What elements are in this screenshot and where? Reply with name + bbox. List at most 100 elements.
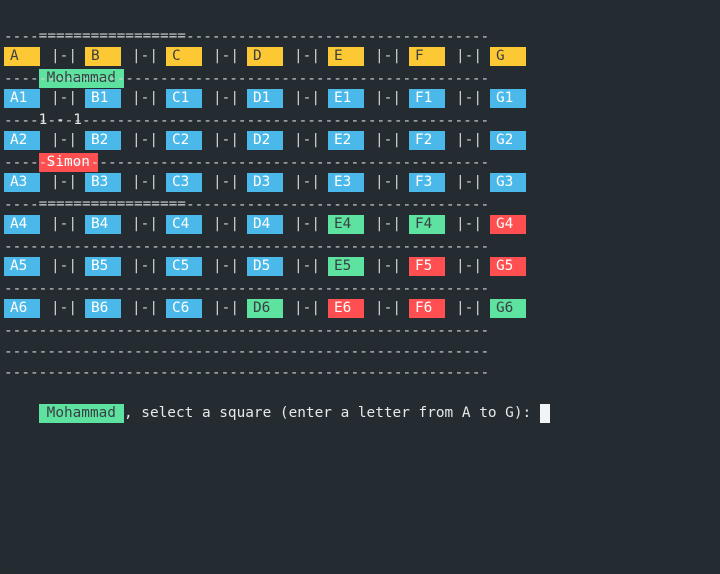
column-divider: |-| xyxy=(294,300,320,316)
column-divider: |-| xyxy=(51,300,77,316)
column-divider: |-| xyxy=(375,174,401,190)
terminal-window: ================= Mohammad 1 - 1 Simon =… xyxy=(0,0,720,574)
column-divider: |-| xyxy=(51,258,77,274)
board-cell: A3 xyxy=(4,173,40,192)
separator-line: ----------------------------------------… xyxy=(4,29,490,45)
board-cell: G6 xyxy=(490,299,526,318)
board-cell: G1 xyxy=(490,89,526,108)
separator-line: ----------------------------------------… xyxy=(4,365,490,381)
column-divider: |-| xyxy=(375,258,401,274)
column-divider: |-| xyxy=(294,48,320,64)
column-divider: |-| xyxy=(456,300,482,316)
column-divider: |-| xyxy=(132,48,158,64)
board-cell: A6 xyxy=(4,299,40,318)
board-cell: F6 xyxy=(409,299,445,318)
column-divider: |-| xyxy=(375,90,401,106)
column-divider: |-| xyxy=(51,48,77,64)
column-divider: |-| xyxy=(132,300,158,316)
board-cell: E6 xyxy=(328,299,364,318)
column-header[interactable]: B xyxy=(85,47,121,66)
separator-line: ----------------------------------------… xyxy=(4,197,490,213)
column-divider: |-| xyxy=(213,174,239,190)
board-cell: E4 xyxy=(328,215,364,234)
column-divider: |-| xyxy=(132,258,158,274)
score-header: ================= Mohammad 1 - 1 Simon =… xyxy=(4,5,186,212)
column-divider: |-| xyxy=(375,132,401,148)
board-cell: D3 xyxy=(247,173,283,192)
column-divider: |-| xyxy=(294,258,320,274)
column-divider: |-| xyxy=(132,174,158,190)
column-divider: |-| xyxy=(132,90,158,106)
column-header[interactable]: D xyxy=(247,47,283,66)
column-divider: |-| xyxy=(51,90,77,106)
board-cell: E1 xyxy=(328,89,364,108)
column-divider: |-| xyxy=(213,90,239,106)
separator-line: ----------------------------------------… xyxy=(4,71,490,87)
board-cell: A5 xyxy=(4,257,40,276)
column-divider: |-| xyxy=(51,216,77,232)
board-cell: G5 xyxy=(490,257,526,276)
text-cursor[interactable] xyxy=(539,403,550,423)
board-cell: G3 xyxy=(490,173,526,192)
column-divider: |-| xyxy=(375,48,401,64)
column-header[interactable]: C xyxy=(166,47,202,66)
board-cell: A4 xyxy=(4,215,40,234)
board-cell: F2 xyxy=(409,131,445,150)
column-divider: |-| xyxy=(456,90,482,106)
board-cell: G4 xyxy=(490,215,526,234)
input-prompt[interactable]: Mohammad, select a square (enter a lette… xyxy=(4,382,550,423)
board-cell: C5 xyxy=(166,257,202,276)
board-cell: D2 xyxy=(247,131,283,150)
board-cell: E5 xyxy=(328,257,364,276)
board-cell: A1 xyxy=(4,89,40,108)
board-cell: B6 xyxy=(85,299,121,318)
board-cell: F4 xyxy=(409,215,445,234)
column-divider: |-| xyxy=(456,132,482,148)
board-cell: B3 xyxy=(85,173,121,192)
board-cell: C2 xyxy=(166,131,202,150)
column-divider: |-| xyxy=(213,132,239,148)
board-cell: D1 xyxy=(247,89,283,108)
board-cell: E3 xyxy=(328,173,364,192)
column-divider: |-| xyxy=(132,216,158,232)
current-player-badge: Mohammad xyxy=(38,403,124,423)
board-cell: D4 xyxy=(247,215,283,234)
board-cell: F5 xyxy=(409,257,445,276)
prompt-text: , select a square (enter a letter from A… xyxy=(123,404,540,421)
column-divider: |-| xyxy=(375,216,401,232)
board-cell: A2 xyxy=(4,131,40,150)
board-cell: C3 xyxy=(166,173,202,192)
column-divider: |-| xyxy=(213,258,239,274)
column-header[interactable]: E xyxy=(328,47,364,66)
board-cell: C4 xyxy=(166,215,202,234)
column-divider: |-| xyxy=(375,300,401,316)
column-divider: |-| xyxy=(456,174,482,190)
column-header[interactable]: A xyxy=(4,47,40,66)
separator-line: ----------------------------------------… xyxy=(4,344,490,360)
column-divider: |-| xyxy=(132,132,158,148)
board-cell: B2 xyxy=(85,131,121,150)
board-cell: G2 xyxy=(490,131,526,150)
board-cell: F1 xyxy=(409,89,445,108)
column-divider: |-| xyxy=(213,48,239,64)
board-cell: B4 xyxy=(85,215,121,234)
column-divider: |-| xyxy=(456,48,482,64)
board-cell: B1 xyxy=(85,89,121,108)
separator-line: ----------------------------------------… xyxy=(4,239,490,255)
column-divider: |-| xyxy=(294,216,320,232)
separator-line: ----------------------------------------… xyxy=(4,281,490,297)
column-header[interactable]: G xyxy=(490,47,526,66)
column-divider: |-| xyxy=(51,174,77,190)
board-cell: D6 xyxy=(247,299,283,318)
board-cell: F3 xyxy=(409,173,445,192)
column-divider: |-| xyxy=(213,300,239,316)
column-header[interactable]: F xyxy=(409,47,445,66)
separator-line: ----------------------------------------… xyxy=(4,155,490,171)
column-divider: |-| xyxy=(456,216,482,232)
board-cell: D5 xyxy=(247,257,283,276)
separator-line: ----------------------------------------… xyxy=(4,323,490,339)
board-cell: C6 xyxy=(166,299,202,318)
board-cell: B5 xyxy=(85,257,121,276)
column-divider: |-| xyxy=(213,216,239,232)
column-divider: |-| xyxy=(294,90,320,106)
